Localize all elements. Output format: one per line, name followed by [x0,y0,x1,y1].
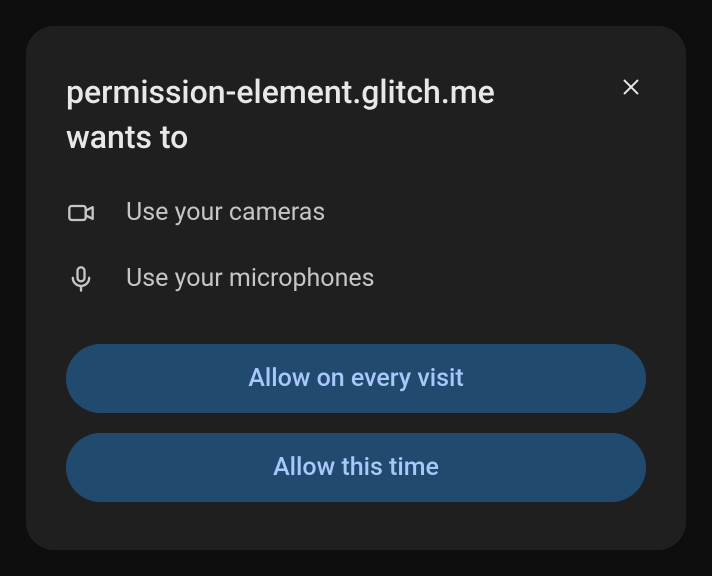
dialog-title-suffix: wants to [66,115,600,160]
close-button[interactable] [616,72,646,105]
permission-dialog: permission-element.glitch.me wants to Us… [26,26,686,550]
allow-once-button[interactable]: Allow this time [66,433,646,502]
microphone-icon [66,264,96,294]
permissions-list: Use your cameras Use your microphones [66,198,646,294]
permission-label: Use your microphones [126,264,375,293]
dialog-buttons: Allow on every visit Allow this time [66,344,646,502]
close-icon [620,76,642,101]
allow-always-button[interactable]: Allow on every visit [66,344,646,413]
permission-label: Use your cameras [126,198,325,227]
camera-icon [66,198,96,228]
permission-item-microphone: Use your microphones [66,264,646,294]
dialog-title: permission-element.glitch.me wants to [66,70,600,160]
dialog-origin: permission-element.glitch.me [66,70,600,115]
dialog-header: permission-element.glitch.me wants to [66,70,646,160]
permission-item-camera: Use your cameras [66,198,646,228]
